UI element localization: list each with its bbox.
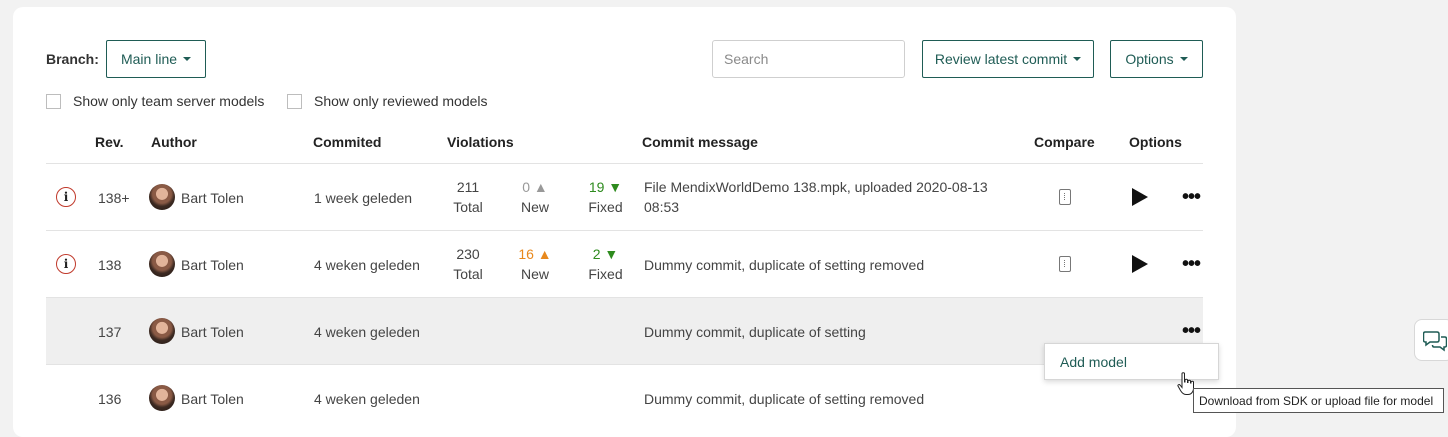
table-row[interactable]: i 138+ Bart Tolen 1 week geleden 211 Tota… <box>46 164 1203 230</box>
header-violations: Violations <box>447 134 514 150</box>
table-row[interactable]: 136 Bart Tolen 4 weken geleden Dummy com… <box>46 365 1203 431</box>
review-latest-commit-button[interactable]: Review latest commit <box>922 40 1094 78</box>
committed-cell: 4 weken geleden <box>314 257 420 273</box>
rev-cell: 137 <box>98 324 122 340</box>
chevron-down-icon <box>1179 57 1188 61</box>
table-row[interactable]: i 138 Bart Tolen 4 weken geleden 230 Tota… <box>46 231 1203 297</box>
options-label: Options <box>1125 51 1174 67</box>
chevron-down-icon <box>1073 57 1082 61</box>
header-author[interactable]: Author <box>151 134 197 150</box>
total-label: Total <box>453 199 483 215</box>
author-cell: Bart Tolen <box>181 324 244 340</box>
checkbox-box[interactable] <box>287 93 302 109</box>
commit-message: Dummy commit, duplicate of setting remov… <box>644 391 925 407</box>
filter-team-server-checkbox[interactable]: Show only team server models <box>46 93 264 109</box>
violations-fixed: 19 ▼ Fixed <box>584 177 627 217</box>
header-committed[interactable]: Commited <box>313 134 381 150</box>
violations-new: 0 ▲ New <box>515 177 555 217</box>
checkbox-box[interactable] <box>46 93 61 109</box>
avatar <box>149 184 175 210</box>
committed-cell: 4 weken geleden <box>314 324 420 340</box>
avatar <box>149 318 175 344</box>
fixed-value: 19 ▼ <box>588 179 623 195</box>
avatar <box>149 251 175 277</box>
chat-button[interactable] <box>1414 319 1448 361</box>
filter-label: Show only team server models <box>73 93 265 109</box>
rev-cell: 136 <box>98 391 122 407</box>
more-options-icon[interactable]: ••• <box>1182 321 1201 341</box>
filter-label: Show only reviewed models <box>314 93 488 109</box>
fixed-label: Fixed <box>588 199 623 215</box>
commit-message: Dummy commit, duplicate of setting remov… <box>644 257 925 273</box>
filter-reviewed-checkbox[interactable]: Show only reviewed models <box>287 93 488 109</box>
message-line: 08:53 <box>644 199 680 215</box>
branch-dropdown[interactable]: Main line <box>106 40 206 78</box>
menu-item-add-model[interactable]: Add model <box>1060 354 1127 370</box>
new-label: New <box>520 199 549 215</box>
play-icon[interactable] <box>1132 188 1148 206</box>
header-compare: Compare <box>1034 134 1095 150</box>
more-options-icon[interactable]: ••• <box>1182 187 1201 207</box>
header-options: Options <box>1129 134 1182 150</box>
info-icon[interactable]: i <box>56 187 76 207</box>
new-value: 0 ▲ <box>522 179 548 195</box>
fixed-value: 2 ▼ <box>592 246 619 262</box>
commit-message: Dummy commit, duplicate of setting <box>644 324 866 340</box>
total-value: 211 <box>456 179 480 195</box>
compare-icon[interactable] <box>1059 189 1071 205</box>
play-icon[interactable] <box>1132 255 1148 273</box>
rev-cell: 138+ <box>98 190 130 206</box>
options-button[interactable]: Options <box>1110 40 1203 78</box>
violations-fixed: 2 ▼ Fixed <box>584 244 627 284</box>
total-label: Total <box>453 266 483 282</box>
violations-new: 16 ▲ New <box>513 244 557 284</box>
branch-value: Main line <box>120 51 178 67</box>
chevron-down-icon <box>183 57 192 61</box>
tooltip: Download from SDK or upload file for mod… <box>1193 388 1444 413</box>
search-input[interactable] <box>712 40 905 78</box>
branch-label: Branch: <box>46 51 99 67</box>
header-rev[interactable]: Rev. <box>95 134 124 150</box>
author-cell: Bart Tolen <box>181 190 244 206</box>
total-value: 230 <box>456 246 480 262</box>
table-row[interactable]: 137 Bart Tolen 4 weken geleden Dummy com… <box>46 298 1203 364</box>
header-message: Commit message <box>642 134 758 150</box>
committed-cell: 1 week geleden <box>314 190 413 206</box>
fixed-label: Fixed <box>588 266 623 282</box>
new-label: New <box>520 266 549 282</box>
review-label: Review latest commit <box>934 51 1068 67</box>
author-cell: Bart Tolen <box>181 257 244 273</box>
new-value: 16 ▲ <box>518 246 552 262</box>
commit-message: File MendixWorldDemo 138.mpk, uploaded 2… <box>644 177 988 217</box>
rev-cell: 138 <box>98 257 122 273</box>
chat-icon <box>1423 331 1447 352</box>
more-options-icon[interactable]: ••• <box>1182 254 1201 274</box>
message-line: File MendixWorldDemo 138.mpk, uploaded 2… <box>644 179 988 195</box>
committed-cell: 4 weken geleden <box>314 391 420 407</box>
avatar <box>149 385 175 411</box>
compare-icon[interactable] <box>1059 256 1071 272</box>
violations-total: 230 Total <box>450 244 486 284</box>
info-icon[interactable]: i <box>56 254 76 274</box>
author-cell: Bart Tolen <box>181 391 244 407</box>
violations-total: 211 Total <box>450 177 486 217</box>
